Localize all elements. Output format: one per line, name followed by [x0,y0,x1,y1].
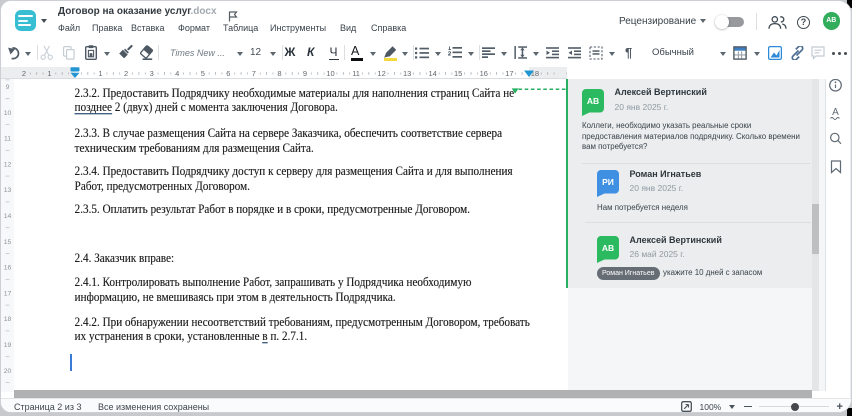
svg-text:17: 17 [505,69,513,78]
svg-text:АВ: АВ [587,96,599,106]
svg-text:12: 12 [4,161,12,168]
svg-text:8: 8 [277,69,281,78]
svg-text:9: 9 [6,84,10,91]
svg-text:15: 15 [4,238,12,245]
svg-text:13: 13 [4,187,12,194]
svg-text:17: 17 [4,290,12,297]
svg-text:6: 6 [226,69,230,78]
svg-text:АВ: АВ [602,243,614,253]
svg-text:13: 13 [403,69,411,78]
svg-text:4: 4 [175,69,179,78]
svg-text:7: 7 [252,69,256,78]
svg-text:18: 18 [531,69,539,78]
svg-text:3: 3 [150,69,154,78]
svg-text:16: 16 [480,69,488,78]
svg-text:РИ: РИ [602,177,614,187]
svg-text:9: 9 [303,69,307,78]
svg-text:5: 5 [201,69,205,78]
svg-text:2: 2 [22,69,26,78]
svg-text:10: 10 [4,109,12,116]
svg-text:11: 11 [352,69,360,78]
svg-text:11: 11 [4,135,11,142]
svg-text:16: 16 [4,264,12,271]
svg-text:19: 19 [4,342,12,349]
svg-text:18: 18 [4,316,12,323]
svg-text:2: 2 [124,69,128,78]
svg-text:1: 1 [98,69,102,78]
svg-text:10: 10 [326,69,334,78]
svg-text:15: 15 [454,69,462,78]
svg-text:20: 20 [4,367,12,374]
svg-text:1: 1 [47,69,51,78]
svg-text:12: 12 [377,69,385,78]
svg-text:14: 14 [4,213,12,220]
svg-text:А: А [832,107,839,118]
svg-text:14: 14 [429,69,437,78]
